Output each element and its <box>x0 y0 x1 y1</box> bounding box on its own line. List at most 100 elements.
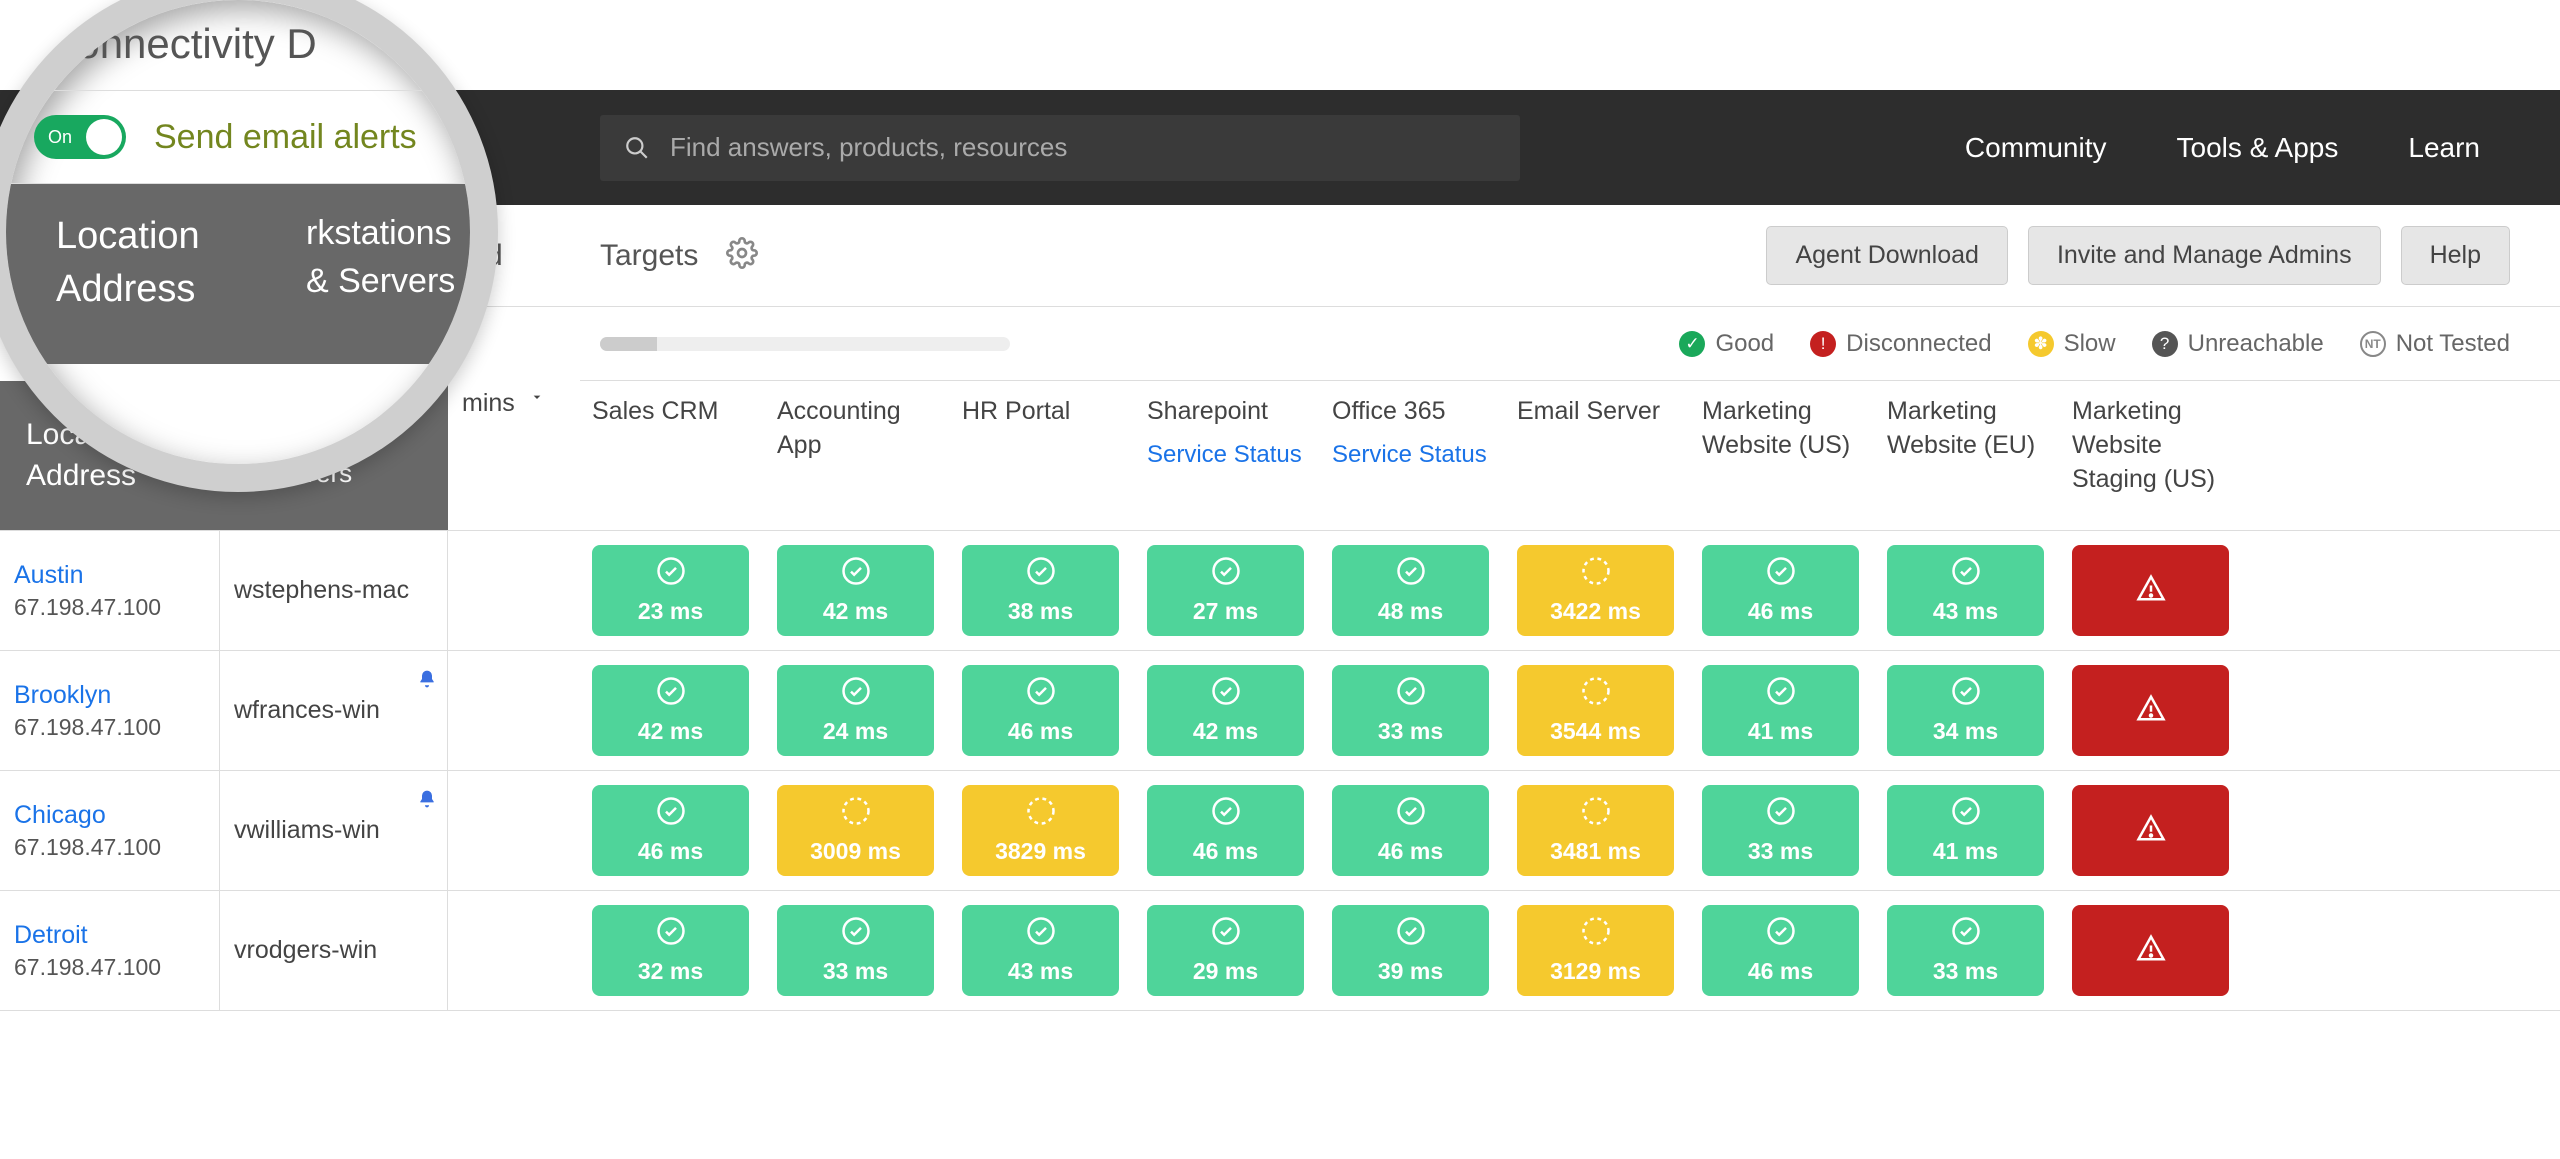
status-tile-good[interactable]: 42 ms <box>777 545 934 636</box>
mag-col-location: Location Address <box>6 184 306 364</box>
legend-slow: ✽Slow <box>2028 330 2116 358</box>
status-tile-good[interactable]: 46 ms <box>1332 785 1489 876</box>
latency-value: 46 ms <box>1378 838 1443 865</box>
legend-good: ✓Good <box>1679 330 1774 358</box>
cell-location: Detroit 67.198.47.100 <box>0 891 220 1010</box>
help-button[interactable]: Help <box>2401 226 2510 285</box>
status-tile-good[interactable]: 33 ms <box>1702 785 1859 876</box>
status-tile-good[interactable]: 46 ms <box>1147 785 1304 876</box>
status-tile-good[interactable]: 29 ms <box>1147 905 1304 996</box>
cell-target: 48 ms <box>1318 531 1503 650</box>
status-tile-good[interactable]: 39 ms <box>1332 905 1489 996</box>
invite-admins-button[interactable]: Invite and Manage Admins <box>2028 226 2381 285</box>
link-community[interactable]: Community <box>1965 132 2107 164</box>
gear-icon[interactable] <box>726 237 758 275</box>
cell-target: 3481 ms <box>1503 771 1688 890</box>
legend-disconnected: !Disconnected <box>1810 330 1991 358</box>
legend-nt-label: Not Tested <box>2396 330 2510 358</box>
status-tile-good[interactable]: 27 ms <box>1147 545 1304 636</box>
col-target-label: HR Portal <box>962 395 1119 429</box>
latency-value: 33 ms <box>1378 718 1443 745</box>
status-tile-good[interactable]: 42 ms <box>1147 665 1304 756</box>
status-tile-good[interactable]: 24 ms <box>777 665 934 756</box>
cell-target: 3422 ms <box>1503 531 1688 650</box>
status-tile-disc[interactable] <box>2072 665 2229 756</box>
status-tile-good[interactable]: 46 ms <box>1702 905 1859 996</box>
search-icon <box>624 135 650 161</box>
service-status-link[interactable]: Service Status <box>1147 441 1304 469</box>
check-icon <box>1211 916 1241 952</box>
status-tile-good[interactable]: 48 ms <box>1332 545 1489 636</box>
cell-server: vrodgers-win <box>220 891 448 1010</box>
status-tile-disc[interactable] <box>2072 785 2229 876</box>
link-learn[interactable]: Learn <box>2408 132 2480 164</box>
status-tile-good[interactable]: 41 ms <box>1887 785 2044 876</box>
status-tile-good[interactable]: 46 ms <box>1702 545 1859 636</box>
legend-disc-label: Disconnected <box>1846 330 1991 358</box>
email-alerts-toggle[interactable]: On <box>34 115 126 159</box>
status-tile-slow[interactable]: 3129 ms <box>1517 905 1674 996</box>
cell-target: 46 ms <box>1688 891 1873 1010</box>
latency-value: 29 ms <box>1193 958 1258 985</box>
status-tile-good[interactable]: 33 ms <box>777 905 934 996</box>
latency-value: 32 ms <box>638 958 703 985</box>
service-status-link[interactable]: Service Status <box>1332 441 1489 469</box>
bell-icon[interactable] <box>417 667 437 696</box>
agent-download-button[interactable]: Agent Download <box>1766 226 2007 285</box>
status-tile-slow[interactable]: 3829 ms <box>962 785 1119 876</box>
status-tile-good[interactable]: 33 ms <box>1332 665 1489 756</box>
status-tile-disc[interactable] <box>2072 545 2229 636</box>
status-tile-slow[interactable]: 3422 ms <box>1517 545 1674 636</box>
col-admins-label: mins <box>462 389 515 418</box>
col-target-8: Marketing Website Staging (US) <box>2058 381 2243 530</box>
status-tile-good[interactable]: 34 ms <box>1887 665 2044 756</box>
status-tile-good[interactable]: 38 ms <box>962 545 1119 636</box>
check-icon <box>841 556 871 592</box>
nt-icon: NT <box>2360 331 2386 357</box>
search-box[interactable] <box>600 115 1520 181</box>
link-tools[interactable]: Tools & Apps <box>2177 132 2339 164</box>
status-tile-slow[interactable]: 3544 ms <box>1517 665 1674 756</box>
col-target-1: Accounting App <box>763 381 948 530</box>
cell-target: 46 ms <box>1318 771 1503 890</box>
city-link[interactable]: Austin <box>14 561 205 590</box>
bell-icon[interactable] <box>417 787 437 816</box>
col-admins[interactable]: mins <box>448 381 578 530</box>
mag-address-label: Address <box>56 263 306 316</box>
city-link[interactable]: Brooklyn <box>14 681 205 710</box>
col-target-label: Accounting App <box>777 395 934 463</box>
status-tile-slow[interactable]: 3481 ms <box>1517 785 1674 876</box>
check-icon <box>1396 916 1426 952</box>
status-tile-good[interactable]: 32 ms <box>592 905 749 996</box>
status-tile-good[interactable]: 46 ms <box>592 785 749 876</box>
slow-icon <box>1581 916 1611 952</box>
check-icon <box>1951 676 1981 712</box>
status-tile-good[interactable]: 23 ms <box>592 545 749 636</box>
status-tile-slow[interactable]: 3009 ms <box>777 785 934 876</box>
status-tile-good[interactable]: 42 ms <box>592 665 749 756</box>
city-link[interactable]: Detroit <box>14 921 205 950</box>
status-tile-good[interactable]: 33 ms <box>1887 905 2044 996</box>
ip-address: 67.198.47.100 <box>14 954 205 981</box>
city-link[interactable]: Chicago <box>14 801 205 830</box>
status-tile-good[interactable]: 46 ms <box>962 665 1119 756</box>
latency-value: 41 ms <box>1748 718 1813 745</box>
slow-icon <box>1581 556 1611 592</box>
cell-location: Brooklyn67.198.47.100 <box>0 651 220 770</box>
slow-icon <box>841 796 871 832</box>
col-target-label: Sharepoint <box>1147 395 1304 429</box>
status-tile-good[interactable]: 41 ms <box>1702 665 1859 756</box>
cell-target: 29 ms <box>1133 891 1318 1010</box>
status-tile-disc[interactable] <box>2072 905 2229 996</box>
table-row: Austin67.198.47.100wstephens-mac23 ms42 … <box>0 531 2560 651</box>
cell-target: 32 ms <box>578 891 763 1010</box>
table-row: Chicago67.198.47.100vwilliams-win46 ms30… <box>0 771 2560 891</box>
progress-bar <box>600 337 1010 351</box>
latency-value: 33 ms <box>1933 958 1998 985</box>
status-tile-good[interactable]: 43 ms <box>962 905 1119 996</box>
col-target-7: Marketing Website (EU) <box>1873 381 2058 530</box>
status-tile-good[interactable]: 43 ms <box>1887 545 2044 636</box>
col-target-6: Marketing Website (US) <box>1688 381 1873 530</box>
check-icon <box>1026 556 1056 592</box>
search-input[interactable] <box>668 131 1496 164</box>
